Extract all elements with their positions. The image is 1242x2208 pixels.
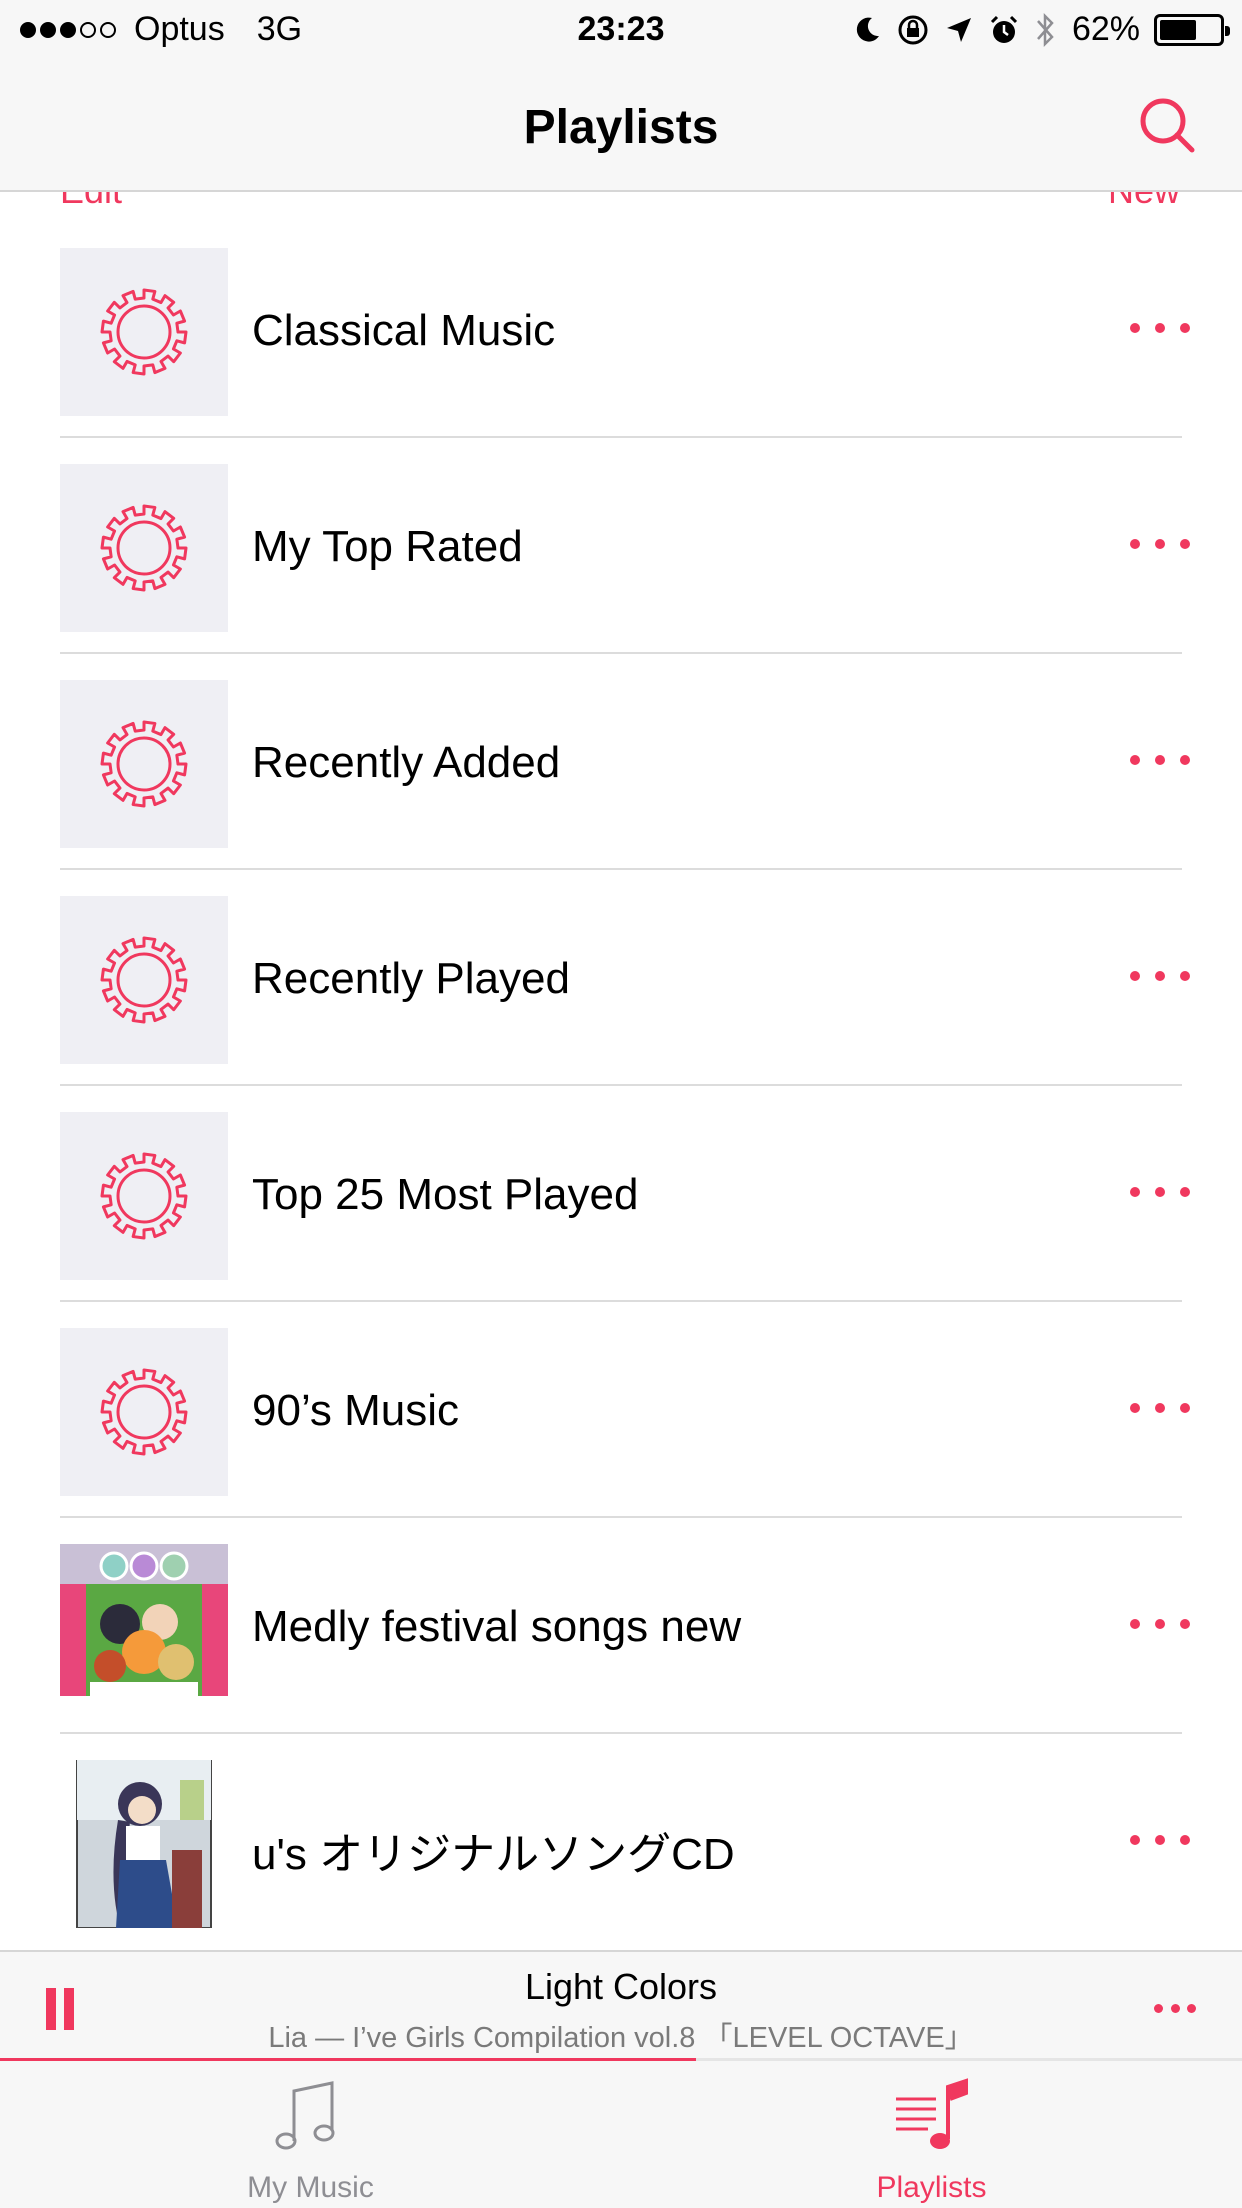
moon-icon — [856, 17, 879, 42]
rotation-lock-icon — [898, 15, 928, 44]
more-options-button[interactable] — [1130, 1388, 1190, 1428]
now-playing-title: Light Colors — [524, 1966, 718, 2007]
navigation-bar: Playlists — [0, 62, 1242, 192]
playlist-title: Recently Played — [252, 954, 570, 1003]
playlist-artwork — [60, 248, 228, 416]
playlists-icon — [895, 2078, 968, 2149]
playlist-title: Classical Music — [252, 306, 556, 355]
new-playlist-button[interactable]: New — [1108, 192, 1180, 212]
more-options-button[interactable] — [1130, 740, 1190, 780]
gear-icon — [100, 288, 188, 376]
list-item[interactable]: Medly festival songs new — [0, 1518, 1242, 1734]
battery-icon — [1154, 13, 1230, 46]
playlist-title: Medly festival songs new — [252, 1602, 742, 1651]
search-icon — [1140, 98, 1195, 153]
album-cover-image — [60, 1544, 228, 1712]
bluetooth-icon — [1036, 12, 1054, 47]
more-options-button[interactable] — [1130, 956, 1190, 996]
now-playing-subtitle: Lia — I’ve Girls Compilation vol.8 「LEVE… — [268, 2022, 974, 2054]
tab-my-music[interactable]: My Music — [0, 2061, 621, 2208]
now-playing-more-button[interactable] — [1154, 2002, 1196, 2014]
playlist-title: 90’s Music — [252, 1386, 460, 1435]
list-item[interactable]: Recently Added — [0, 654, 1242, 870]
tab-bar: My Music Playlists — [0, 2061, 1242, 2208]
list-item[interactable]: u's オリジナルソングCD — [0, 1734, 1242, 1950]
playlist-artwork — [60, 464, 228, 632]
more-options-button[interactable] — [1130, 308, 1190, 348]
playlist-artwork — [60, 1112, 228, 1280]
list-item[interactable]: Recently Played — [0, 870, 1242, 1086]
edit-new-row: Edit New — [0, 192, 1242, 212]
alarm-icon — [990, 15, 1017, 43]
playlist-title: My Top Rated — [252, 522, 523, 571]
tab-playlists[interactable]: Playlists — [621, 2061, 1242, 2208]
more-options-button[interactable] — [1130, 1820, 1190, 1860]
list-item[interactable]: Top 25 Most Played — [0, 1086, 1242, 1302]
gear-icon — [100, 504, 188, 592]
location-icon — [946, 17, 971, 42]
list-item[interactable]: Classical Music — [0, 222, 1242, 438]
playlist-list: Classical Music My Top Rated Recently Ad… — [0, 222, 1242, 1950]
playlist-title: u's オリジナルソングCD — [252, 1830, 735, 1879]
gear-icon — [100, 720, 188, 808]
tab-label: Playlists — [876, 2171, 987, 2204]
more-options-button[interactable] — [1130, 524, 1190, 564]
battery-level — [1160, 19, 1196, 40]
search-button[interactable] — [1136, 94, 1200, 158]
list-item[interactable]: 90’s Music — [0, 1302, 1242, 1518]
playlist-title: Top 25 Most Played — [252, 1170, 639, 1219]
playlist-title: Recently Added — [252, 738, 561, 787]
edit-button[interactable]: Edit — [60, 192, 122, 212]
more-options-button[interactable] — [1130, 1604, 1190, 1644]
music-note-icon — [275, 2081, 335, 2150]
album-cover-image — [60, 1760, 228, 1928]
playlist-artwork — [60, 896, 228, 1064]
status-right: 62% — [852, 10, 1230, 49]
more-options-button[interactable] — [1130, 1172, 1190, 1212]
status-bar: Optus 3G 23:23 62% — [0, 0, 1242, 62]
mini-player[interactable]: Light Colors Lia — I’ve Girls Compilatio… — [0, 1950, 1242, 2060]
playlist-artwork — [60, 1328, 228, 1496]
gear-icon — [100, 1368, 188, 1456]
list-item[interactable]: My Top Rated — [0, 438, 1242, 654]
album-cover — [60, 1544, 228, 1712]
gear-icon — [100, 1152, 188, 1240]
playlist-artwork — [60, 680, 228, 848]
gear-icon — [100, 936, 188, 1024]
tab-label: My Music — [247, 2171, 374, 2204]
battery-percent: 62% — [1071, 10, 1140, 48]
page-title: Playlists — [523, 101, 719, 154]
album-cover — [60, 1760, 228, 1928]
